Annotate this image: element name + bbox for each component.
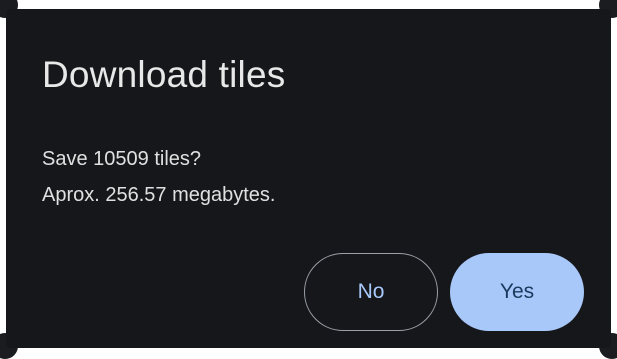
download-tiles-dialog: Download tiles Save 10509 tiles? Aprox. … bbox=[6, 9, 611, 348]
dialog-message: Save 10509 tiles? Aprox. 256.57 megabyte… bbox=[42, 141, 275, 213]
dialog-title: Download tiles bbox=[42, 54, 286, 95]
no-button[interactable]: No bbox=[304, 253, 438, 331]
yes-button[interactable]: Yes bbox=[450, 253, 584, 331]
tile-count-text: Save 10509 tiles? bbox=[42, 148, 202, 170]
size-estimate-text: Aprox. 256.57 megabytes. bbox=[42, 184, 276, 206]
dialog-actions: No Yes bbox=[304, 253, 584, 331]
